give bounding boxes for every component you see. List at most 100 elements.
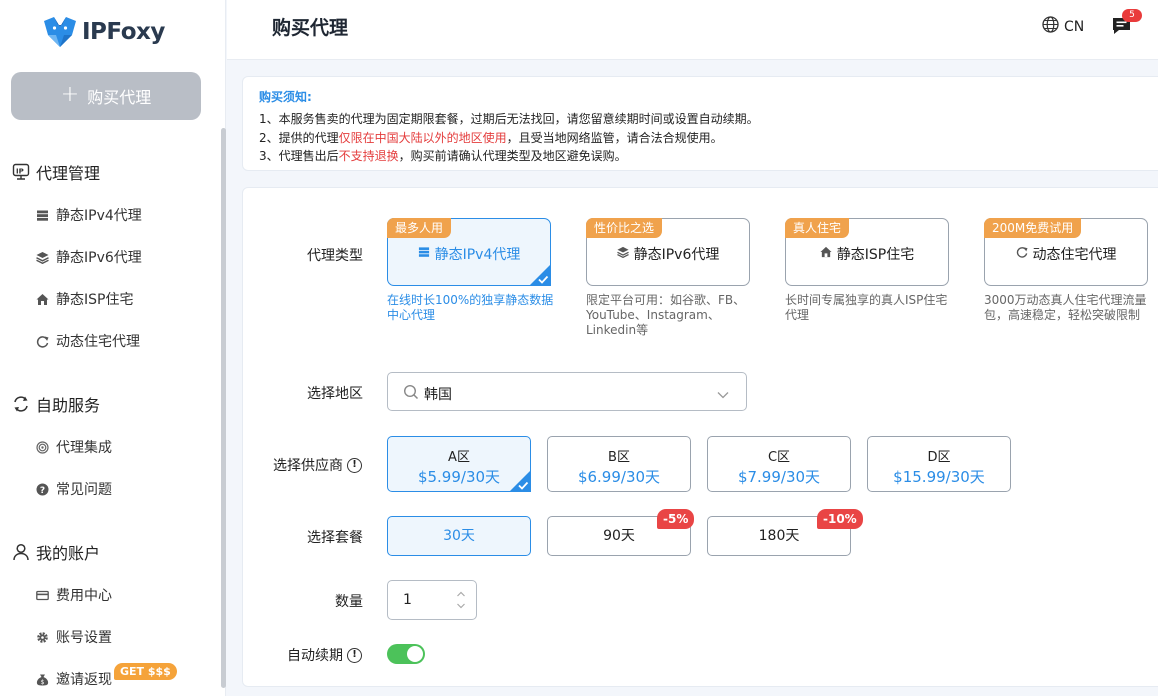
stepper-arrows-icon[interactable]: [456, 589, 466, 611]
autorenew-label-text: 自动续期: [287, 648, 343, 664]
sidebar: IPFoxy + 购买代理 IP 代理管理 静态IPv4代理 静态IPv6代理 …: [0, 0, 226, 696]
region-select[interactable]: 韩国: [387, 372, 747, 411]
sidebar-group-label: 自助服务: [36, 396, 101, 415]
supplier-zone: C区: [767, 450, 791, 465]
svg-text:?: ?: [40, 486, 45, 496]
layers-icon: [616, 246, 629, 262]
sidebar-item-static-ipv6[interactable]: 静态IPv6代理: [36, 247, 142, 267]
sidebar-item-label: 费用中心: [56, 588, 112, 604]
discount-badge: -5%: [657, 509, 695, 529]
notice-highlight: 仅限在中国大陆以外的地区使用: [338, 131, 507, 145]
notice-text: ，购买前请确认代理类型及地区避免误购。: [398, 149, 627, 163]
language-label: CN: [1064, 18, 1085, 35]
layers-icon: [36, 251, 49, 264]
sidebar-item-label: 静态IPv6代理: [56, 250, 142, 266]
sidebar-group-my-account[interactable]: 我的账户: [12, 540, 100, 564]
proxy-type-name: 动态住宅代理: [985, 244, 1147, 264]
moneybag-icon: $: [36, 673, 49, 686]
supplier-label: 选择供应商 !: [273, 455, 362, 475]
rotate-icon: [1016, 246, 1028, 262]
notice-line-2: 2、提供的代理仅限在中国大陆以外的地区使用，且受当地网络监管，请合法合规使用。: [259, 129, 723, 146]
sidebar-item-label: 账号设置: [56, 630, 112, 646]
info-icon[interactable]: !: [347, 647, 362, 663]
sidebar-item-label: 代理集成: [56, 440, 112, 456]
proxy-type-name: 静态IPv6代理: [587, 244, 749, 264]
logo[interactable]: IPFoxy: [42, 14, 165, 50]
supplier-label-text: 选择供应商: [273, 458, 343, 474]
card-icon: [36, 589, 49, 602]
language-switcher[interactable]: CN: [1042, 16, 1084, 37]
proxy-type-card-dynamic-residential[interactable]: 200M免费试用 动态住宅代理: [984, 218, 1148, 286]
notice-highlight: 不支持退换: [338, 149, 399, 163]
sidebar-item-account-settings[interactable]: 账号设置: [36, 627, 112, 647]
sidebar-item-label: 常见问题: [56, 482, 112, 498]
sidebar-item-label: 邀请返现: [56, 672, 112, 688]
sidebar-item-faq[interactable]: ? 常见问题: [36, 479, 112, 499]
server-icon: [418, 246, 430, 262]
notice-text: 3、代理售出后: [259, 149, 339, 163]
selected-check-icon: [529, 264, 551, 286]
globe-icon: [1042, 16, 1059, 37]
proxy-type-name: 静态ISP住宅: [786, 244, 948, 264]
sidebar-item-dynamic-residential[interactable]: 动态住宅代理: [36, 331, 140, 351]
sidebar-group-self-service[interactable]: 自助服务: [12, 392, 100, 416]
proxy-type-card-static-ipv6[interactable]: 性价比之选 静态IPv6代理: [586, 218, 750, 286]
info-icon[interactable]: !: [347, 457, 362, 473]
notice-line-1: 1、本服务售卖的代理为固定期限套餐，过期后无法找回，请您留意续期时间或设置自动续…: [259, 112, 759, 126]
proxy-type-card-static-ipv4[interactable]: 最多人用 静态IPv4代理: [387, 218, 551, 286]
sidebar-item-invite-cashback[interactable]: $ 邀请返现: [36, 669, 112, 689]
sidebar-item-label: 静态IPv4代理: [56, 208, 142, 224]
discount-badge: -10%: [817, 509, 863, 529]
sidebar-item-static-isp[interactable]: 静态ISP住宅: [36, 289, 133, 309]
proxy-type-title: 静态ISP住宅: [836, 247, 915, 263]
sidebar-item-proxy-integration[interactable]: 代理集成: [36, 437, 112, 457]
quantity-value: 1: [403, 592, 412, 608]
svg-text:IP: IP: [16, 168, 24, 176]
sidebar-scrollbar[interactable]: [221, 128, 226, 688]
supplier-price: $6.99/30天: [577, 468, 661, 486]
proxy-type-name: 静态IPv4代理: [388, 244, 550, 264]
supplier-zone: A区: [448, 450, 470, 465]
proxy-type-card-static-isp[interactable]: 真人住宅 静态ISP住宅: [785, 218, 949, 286]
supplier-option-a[interactable]: A区 $5.99/30天: [387, 436, 531, 492]
house-icon: [36, 293, 49, 306]
value-tag: 性价比之选: [586, 218, 663, 238]
proxy-type-desc: 在线时长100%的独享静态数据中心代理: [387, 293, 554, 322]
sync-icon: [12, 395, 30, 413]
supplier-zone: B区: [608, 450, 630, 465]
popular-tag: 最多人用: [387, 218, 452, 238]
plan-label: 选择套餐: [307, 530, 363, 546]
gear-icon: [36, 631, 49, 644]
proxy-type-desc: 3000万动态真人住宅代理流量包，高速稳定，轻松突破限制: [984, 293, 1147, 322]
quantity-label: 数量: [335, 594, 363, 610]
fingerprint-icon: [36, 440, 49, 454]
search-icon: [403, 384, 419, 404]
quantity-stepper[interactable]: 1: [387, 580, 477, 620]
purchase-notice: 购买须知: 1、本服务售卖的代理为固定期限套餐，过期后无法找回，请您留意续期时间…: [242, 76, 1158, 171]
user-icon: [12, 543, 30, 561]
chevron-down-icon: [717, 388, 729, 403]
selected-check-icon: [509, 470, 531, 492]
supplier-option-c[interactable]: C区 $7.99/30天: [707, 436, 851, 492]
notice-title: 购买须知:: [259, 90, 312, 104]
notice-text: ，且受当地网络监管，请合法合规使用。: [506, 131, 723, 145]
region-label: 选择地区: [307, 386, 363, 402]
notice-line-3: 3、代理售出后不支持退换，购买前请确认代理类型及地区避免误购。: [259, 147, 627, 164]
toggle-knob: [407, 646, 423, 662]
free-trial-tag: 200M免费试用: [984, 218, 1082, 238]
buy-proxy-button[interactable]: + 购买代理: [11, 72, 201, 120]
autorenew-toggle[interactable]: [387, 644, 425, 664]
fox-logo-icon: [42, 15, 78, 49]
supplier-option-b[interactable]: B区 $6.99/30天: [547, 436, 691, 492]
sidebar-item-billing[interactable]: 费用中心: [36, 585, 112, 605]
plan-option-30-days[interactable]: 30天: [387, 516, 531, 556]
sidebar-group-proxy-management[interactable]: IP 代理管理: [12, 160, 100, 184]
sidebar-item-static-ipv4[interactable]: 静态IPv4代理: [36, 205, 142, 225]
sidebar-group-label: 代理管理: [36, 164, 101, 183]
plus-icon: +: [60, 82, 80, 107]
plan-duration: 30天: [443, 528, 475, 544]
residential-tag: 真人住宅: [785, 218, 850, 238]
supplier-option-d[interactable]: D区 $15.99/30天: [867, 436, 1011, 492]
supplier-zone: D区: [927, 450, 951, 465]
house-icon: [820, 246, 832, 262]
